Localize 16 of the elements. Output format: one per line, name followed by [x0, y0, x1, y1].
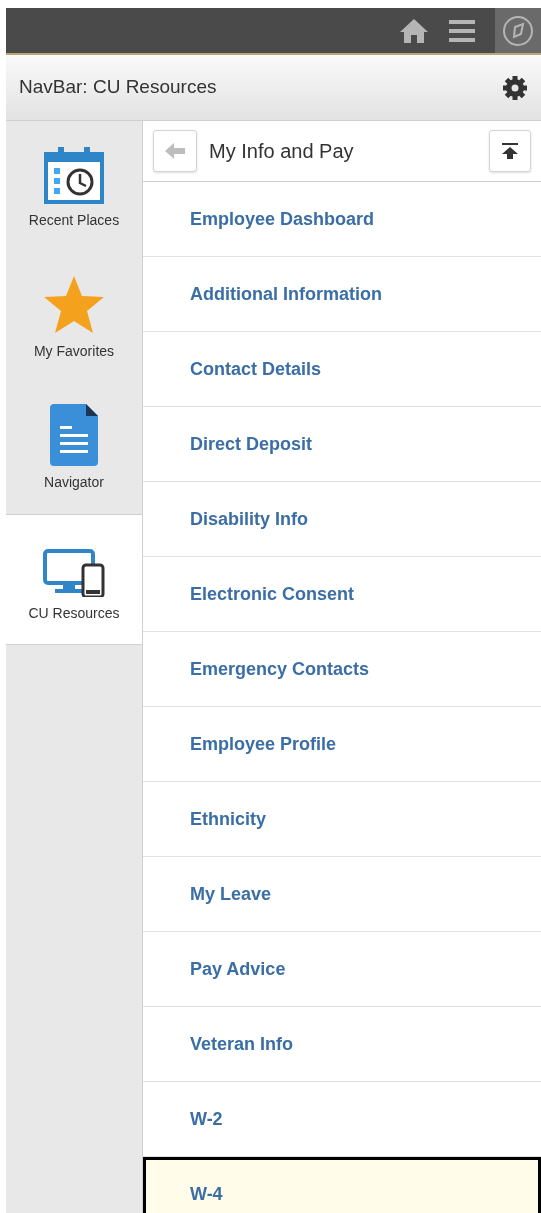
scroll-top-icon	[501, 143, 519, 159]
compass-button[interactable]	[495, 8, 541, 53]
devices-icon	[43, 549, 105, 597]
settings-icon[interactable]	[502, 74, 528, 101]
star-icon	[43, 275, 105, 335]
navbar-title: NavBar: CU Resources	[19, 75, 217, 100]
compass-icon	[502, 14, 534, 47]
calendar-clock-icon	[44, 146, 104, 204]
scroll-top-button[interactable]	[489, 130, 531, 172]
panel-title: My Info and Pay	[209, 139, 355, 164]
menu-item[interactable]: W-4	[143, 1157, 541, 1213]
sidebar-tab[interactable]: CU Resources	[6, 514, 142, 645]
back-arrow-icon	[165, 143, 185, 159]
document-icon	[50, 404, 98, 466]
menu-icon[interactable]	[449, 19, 475, 42]
home-icon[interactable]	[399, 17, 429, 44]
